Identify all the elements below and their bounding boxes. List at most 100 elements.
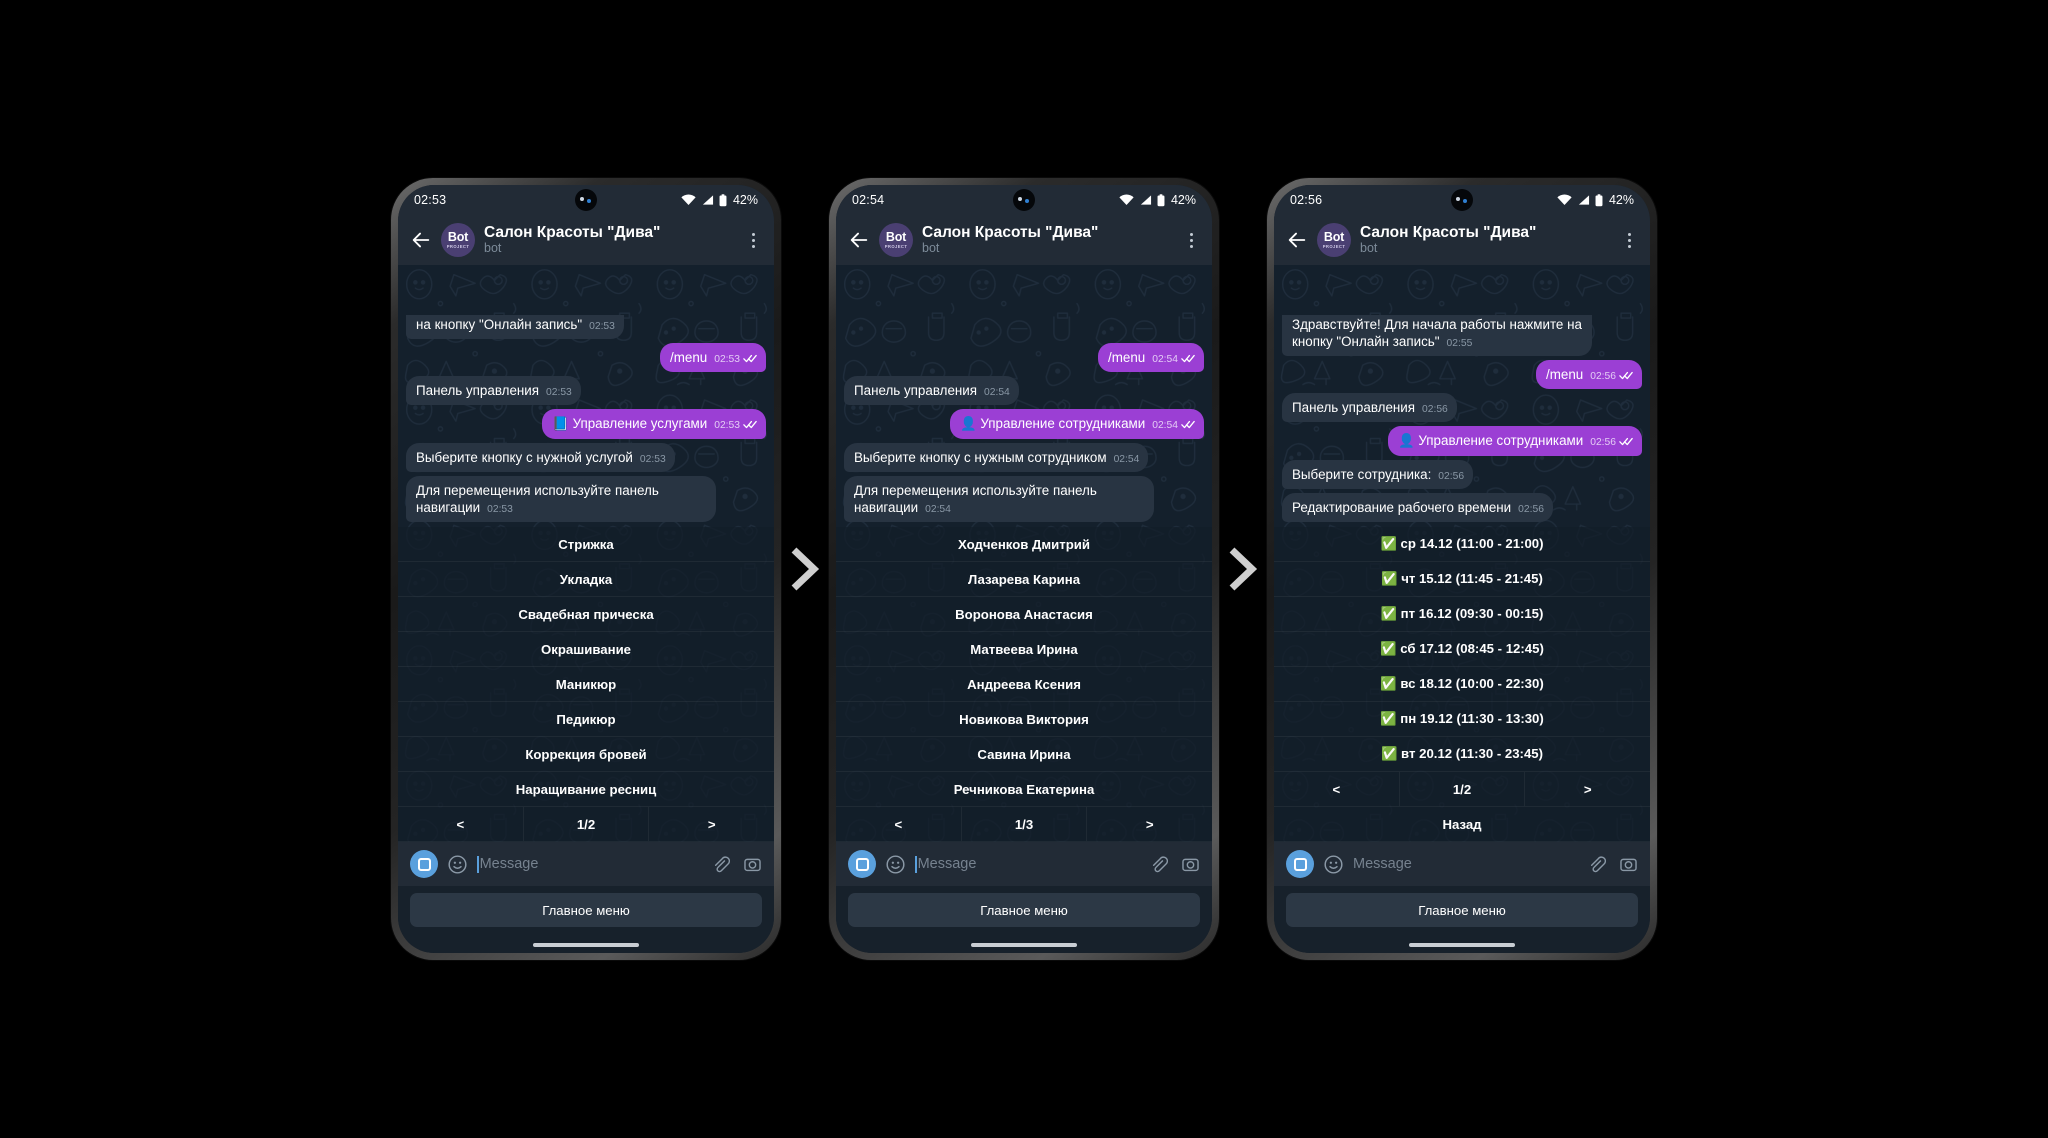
back-arrow-icon[interactable] xyxy=(410,229,432,251)
keyboard-button[interactable]: Новикова Виктория xyxy=(836,702,1212,737)
reply-keyboard-1: Стрижка Укладка Свадебная прическа Окрашива… xyxy=(398,527,774,842)
keyboard-toggle-button[interactable] xyxy=(1286,850,1314,878)
incoming-message-bubble[interactable]: Выберите сотрудника: 02:56 xyxy=(1282,459,1474,489)
keyboard-button[interactable]: Окрашивание xyxy=(398,632,774,667)
avatar-line-1: Bot xyxy=(885,229,907,244)
message-input-field[interactable]: Message xyxy=(915,855,1140,873)
battery-icon xyxy=(1157,193,1165,206)
camera-icon[interactable] xyxy=(743,855,762,874)
outgoing-message-bubble[interactable]: 👤 Управление сотрудниками 02:56 xyxy=(1388,426,1642,456)
message-input-field[interactable]: Message xyxy=(1353,856,1578,872)
camera-icon[interactable] xyxy=(1619,855,1638,874)
incoming-message-bubble[interactable]: на кнопку "Онлайн запись" 02:53 xyxy=(406,314,624,339)
message-timestamp: 02:53 xyxy=(639,453,666,465)
chat-title: Салон Красоты "Дива" xyxy=(1360,223,1537,241)
keyboard-button[interactable]: Коррекция бровей xyxy=(398,737,774,772)
chat-header-1: Bot PROJECT Салон Красоты "Дива" bot xyxy=(398,215,774,265)
keyboard-button[interactable]: Свадебная прическа xyxy=(398,597,774,632)
avatar[interactable]: Bot PROJECT xyxy=(1317,223,1351,257)
keyboard-button[interactable]: Укладка xyxy=(398,562,774,597)
message-row: /menu 02:56 xyxy=(1282,360,1642,390)
keyboard-toggle-button[interactable] xyxy=(848,850,876,878)
main-menu-button[interactable]: Главное меню xyxy=(1286,893,1638,927)
keyboard-button[interactable]: ✅ чт 15.12 (11:45 - 21:45) xyxy=(1274,562,1650,597)
emoji-icon[interactable] xyxy=(885,854,906,875)
keyboard-button[interactable]: Педикюр xyxy=(398,702,774,737)
wifi-icon xyxy=(1119,194,1134,205)
incoming-message-bubble[interactable]: Панель управления 02:56 xyxy=(1282,393,1457,423)
keyboard-button[interactable]: ✅ ср 14.12 (11:00 - 21:00) xyxy=(1274,527,1650,562)
keyboard-button[interactable]: Наращивание ресниц xyxy=(398,772,774,807)
message-row: Панель управления 02:56 xyxy=(1282,393,1642,423)
message-input-field[interactable]: Message xyxy=(477,855,702,873)
keyboard-button[interactable]: ✅ вт 20.12 (11:30 - 23:45) xyxy=(1274,737,1650,772)
main-menu-button[interactable]: Главное меню xyxy=(848,893,1200,927)
more-options-icon[interactable] xyxy=(1620,232,1640,248)
attachment-icon[interactable] xyxy=(1149,855,1168,874)
back-arrow-icon[interactable] xyxy=(848,229,870,251)
keyboard-button[interactable]: ✅ вс 18.12 (10:00 - 22:30) xyxy=(1274,667,1650,702)
attachment-icon[interactable] xyxy=(711,855,730,874)
main-menu-button[interactable]: Главное меню xyxy=(410,893,762,927)
outgoing-message-bubble[interactable]: 📘 Управление услугами 02:53 xyxy=(542,409,766,439)
more-options-icon[interactable] xyxy=(1182,232,1202,248)
message-list-1: на кнопку "Онлайн запись" 02:53/menu 02:53… xyxy=(398,314,774,522)
keyboard-button[interactable]: Речникова Екатерина xyxy=(836,772,1212,807)
pagination-prev-button[interactable]: < xyxy=(398,807,524,841)
avatar-line-2: PROJECT xyxy=(1322,243,1346,249)
message-row: Выберите кнопку с нужным сотрудником 02:5… xyxy=(844,442,1204,472)
incoming-message-bubble[interactable]: Выберите кнопку с нужным сотрудником 02:5… xyxy=(844,442,1149,472)
pagination-next-button[interactable]: > xyxy=(1087,807,1212,841)
back-arrow-icon[interactable] xyxy=(1286,229,1308,251)
camera-icon[interactable] xyxy=(1181,855,1200,874)
pagination-prev-button[interactable]: < xyxy=(836,807,962,841)
message-row: Панель управления 02:54 xyxy=(844,376,1204,406)
pagination-next-button[interactable]: > xyxy=(649,807,774,841)
read-receipt-icon xyxy=(1178,416,1195,431)
keyboard-button[interactable]: Воронова Анастасия xyxy=(836,597,1212,632)
keyboard-button[interactable]: ✅ пт 16.12 (09:30 - 00:15) xyxy=(1274,597,1650,632)
message-input-bar-3: Message xyxy=(1274,842,1650,886)
keyboard-toggle-button[interactable] xyxy=(410,850,438,878)
keyboard-back-button[interactable]: Назад xyxy=(1274,807,1650,842)
incoming-message-bubble[interactable]: Для перемещения используйте панель навиг… xyxy=(844,475,1154,522)
message-timestamp: 02:54 xyxy=(1152,420,1178,432)
incoming-message-bubble[interactable]: Панель управления 02:54 xyxy=(844,376,1019,406)
incoming-message-bubble[interactable]: Выберите кнопку с нужной услугой 02:53 xyxy=(406,442,675,472)
outgoing-message-bubble[interactable]: /menu 02:53 xyxy=(660,342,766,373)
pagination-next-button[interactable]: > xyxy=(1525,772,1650,806)
incoming-message-bubble[interactable]: Здравствуйте! Для начала работы нажмите … xyxy=(1282,314,1592,357)
avatar[interactable]: Bot PROJECT xyxy=(441,223,475,257)
message-text: /menu xyxy=(1546,367,1584,383)
pagination-prev-button[interactable]: < xyxy=(1274,772,1400,806)
keyboard-button[interactable]: Андреева Ксения xyxy=(836,667,1212,702)
keyboard-button[interactable]: Лазарева Карина xyxy=(836,562,1212,597)
avatar[interactable]: Bot PROJECT xyxy=(879,223,913,257)
keyboard-button[interactable]: Ходченков Дмитрий xyxy=(836,527,1212,562)
chat-title: Салон Красоты "Дива" xyxy=(922,223,1099,241)
more-options-icon[interactable] xyxy=(744,232,764,248)
phone-mockup-2: 02:54 42% Bot PROJECT Салон Красоты "Див… xyxy=(829,178,1219,960)
attachment-icon[interactable] xyxy=(1587,855,1606,874)
emoji-icon[interactable] xyxy=(1323,854,1344,875)
incoming-message-bubble[interactable]: Редактирование рабочего времени 02:56 xyxy=(1282,492,1553,522)
message-timestamp: 02:54 xyxy=(925,503,951,515)
keyboard-button[interactable]: Савина Ирина xyxy=(836,737,1212,772)
keyboard-button[interactable]: Маникюр xyxy=(398,667,774,702)
message-timestamp: 02:54 xyxy=(1152,353,1178,365)
read-receipt-icon xyxy=(1178,350,1195,365)
incoming-message-bubble[interactable]: Для перемещения используйте панель навиг… xyxy=(406,475,716,522)
outgoing-message-bubble[interactable]: /menu 02:56 xyxy=(1536,360,1642,390)
keyboard-button[interactable]: Стрижка xyxy=(398,527,774,562)
message-timestamp: 02:53 xyxy=(589,320,615,332)
incoming-message-bubble[interactable]: Панель управления 02:53 xyxy=(406,376,581,406)
message-timestamp: 02:53 xyxy=(714,420,740,432)
emoji-icon[interactable] xyxy=(447,854,468,875)
keyboard-button[interactable]: ✅ сб 17.12 (08:45 - 12:45) xyxy=(1274,632,1650,667)
message-timestamp: 02:56 xyxy=(1590,371,1616,383)
keyboard-button[interactable]: Матвеева Ирина xyxy=(836,632,1212,667)
message-timestamp: 02:56 xyxy=(1422,404,1448,416)
outgoing-message-bubble[interactable]: 👤 Управление сотрудниками 02:54 xyxy=(950,409,1204,439)
outgoing-message-bubble[interactable]: /menu 02:54 xyxy=(1098,342,1204,373)
keyboard-button[interactable]: ✅ пн 19.12 (11:30 - 13:30) xyxy=(1274,702,1650,737)
